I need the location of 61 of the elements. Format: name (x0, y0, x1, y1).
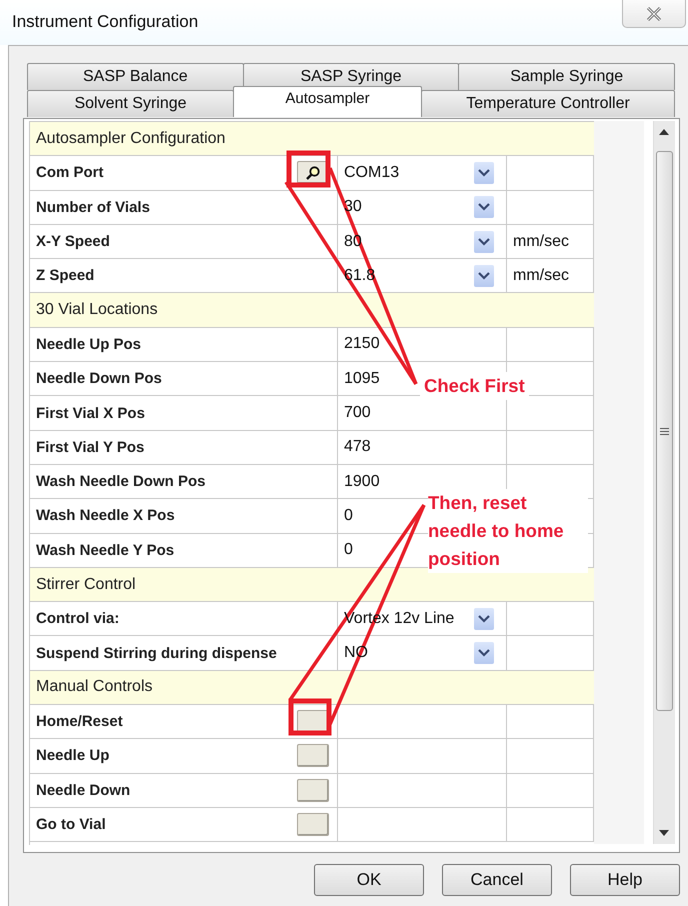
action-button[interactable] (297, 813, 329, 836)
chevron-down-icon (474, 196, 494, 218)
field-label: First Vial X Pos (36, 404, 145, 422)
dialog-button[interactable]: OK (314, 864, 424, 896)
search-icon (305, 164, 321, 181)
scroll-up-arrow-icon[interactable] (659, 129, 669, 135)
field-label: Go to Vial (36, 816, 106, 834)
value-cell[interactable]: 478 (344, 438, 371, 456)
close-button[interactable] (622, 0, 686, 28)
value-cell[interactable]: 1900 (344, 472, 380, 491)
grip-icon (660, 428, 669, 434)
field-label: Com Port (36, 164, 104, 182)
scroll-down-arrow-icon[interactable] (659, 830, 669, 836)
value-cell[interactable]: 700 (344, 404, 371, 422)
field-label: First Vial Y Pos (36, 438, 144, 456)
chevron-down-icon (474, 162, 494, 184)
field-label: Control via: (36, 610, 120, 628)
unit-label: mm/sec (513, 266, 569, 285)
section-header: Autosampler Configuration (30, 122, 594, 156)
chevron-down-icon (474, 264, 494, 287)
section-header: Stirrer Control (30, 568, 594, 602)
field-label: Home/Reset (36, 713, 123, 730)
action-button[interactable] (297, 778, 329, 802)
tab[interactable]: Autosampler (233, 86, 422, 117)
chevron-down-icon (474, 642, 494, 664)
tab[interactable]: Solvent Syringe (27, 90, 234, 117)
dialog-button[interactable]: Cancel (442, 864, 552, 896)
dropdown[interactable]: COM13 (344, 156, 506, 190)
field-label: Wash Needle Down Pos (36, 473, 206, 490)
field-label: Suspend Stirring during dispense (36, 644, 277, 662)
chevron-down-icon (474, 608, 494, 630)
dialog-button[interactable]: Help (570, 864, 680, 896)
field-label: X-Y Speed (36, 233, 110, 250)
highlight-box (288, 698, 332, 736)
scrollbar[interactable] (653, 121, 675, 844)
action-button[interactable] (297, 744, 329, 768)
chevron-down-icon (474, 230, 494, 253)
tab[interactable]: Sample Syringe (458, 63, 676, 90)
field-label: Needle Up Pos (36, 336, 142, 353)
field-label: Needle Down (36, 782, 130, 799)
value-cell[interactable]: 2150 (344, 335, 380, 354)
field-label: Z Speed (36, 267, 94, 284)
close-icon (645, 6, 663, 22)
tab[interactable]: Temperature Controller (421, 90, 675, 117)
field-label: Number of Vials (36, 198, 150, 216)
scroll-thumb[interactable] (656, 151, 673, 711)
field-label: Wash Needle Y Pos (36, 542, 174, 559)
callout-text: Check First (420, 372, 529, 400)
value-cell[interactable]: 0 (344, 541, 353, 560)
section-header: 30 Vial Locations (30, 293, 594, 328)
field-label: Needle Up (36, 747, 110, 764)
unit-label: mm/sec (513, 232, 569, 251)
callout-text: Then, reset needle to home position (428, 489, 588, 573)
field-label: Wash Needle X Pos (36, 507, 175, 524)
value-cell[interactable]: 0 (344, 506, 353, 525)
tab[interactable]: SASP Balance (27, 63, 244, 90)
window-title: Instrument Configuration (11, 12, 198, 32)
section-header: Manual Controls (30, 670, 594, 706)
highlight-box (286, 150, 330, 188)
field-label: Needle Down Pos (36, 370, 162, 388)
value-cell[interactable]: 1095 (344, 370, 380, 388)
